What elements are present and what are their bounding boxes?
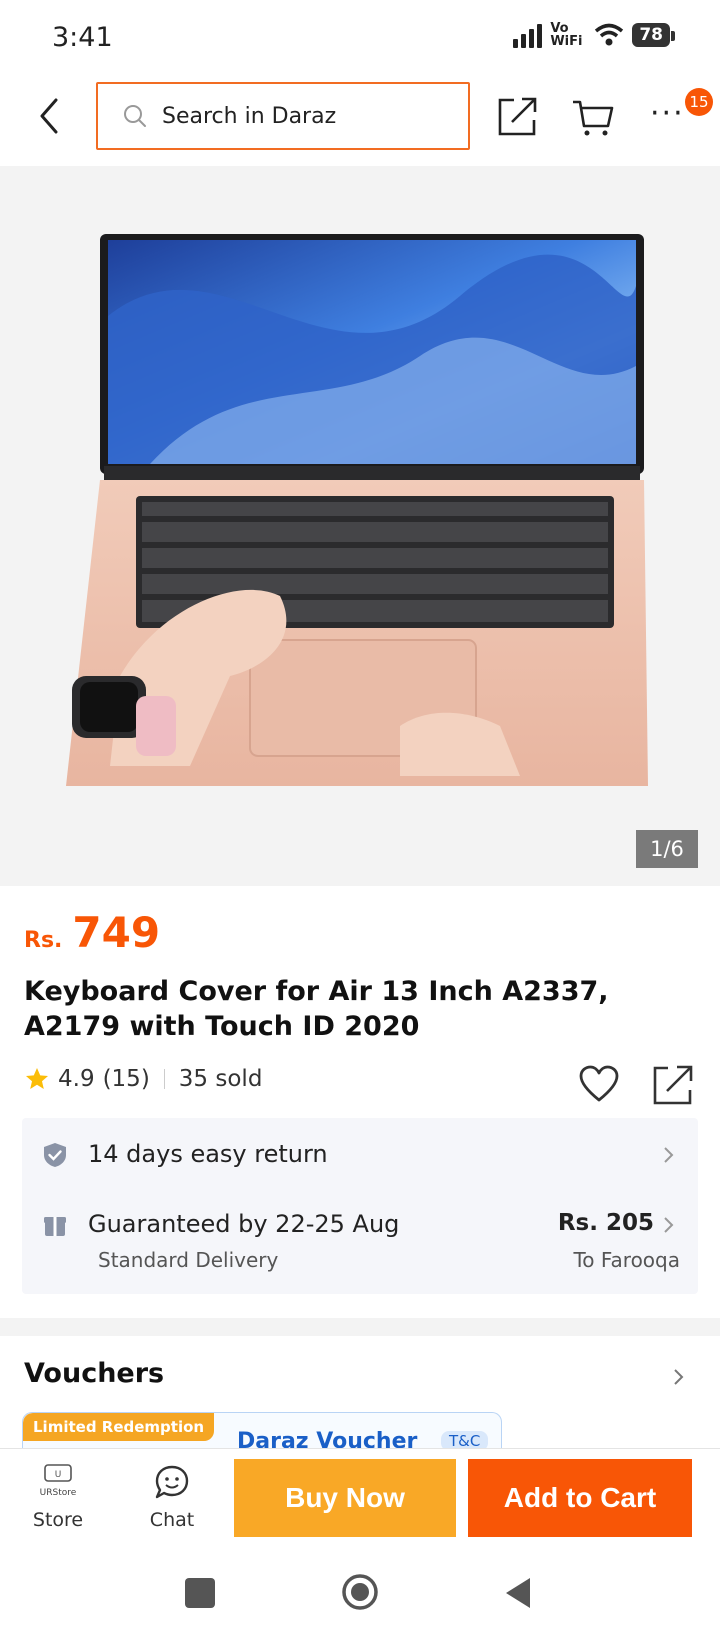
buy-now-button[interactable]: Buy Now (234, 1459, 456, 1537)
nav-back-icon[interactable] (503, 1576, 533, 1610)
home-icon[interactable] (340, 1572, 380, 1612)
chat-label: Chat (149, 1509, 195, 1531)
chat-button[interactable]: Chat (132, 1459, 212, 1543)
image-counter: 1/6 (636, 830, 698, 868)
cart-badge: 15 (685, 88, 713, 116)
search-placeholder: Search in Daraz (162, 103, 337, 129)
back-icon[interactable] (30, 94, 70, 138)
add-to-cart-button[interactable]: Add to Cart (468, 1459, 692, 1537)
cart-icon[interactable] (570, 94, 616, 138)
vouchers-title[interactable]: Vouchers (24, 1358, 164, 1389)
status-indicators: Vo WiFi 78 (513, 21, 675, 49)
gift-box-icon (44, 1217, 66, 1236)
voucher-card[interactable]: Limited Redemption Daraz Voucher T&C (22, 1412, 502, 1450)
status-bar: 3:41 Vo WiFi 78 (0, 0, 720, 80)
search-input[interactable]: Search in Daraz (96, 82, 470, 150)
delivery-type-text: Standard Delivery (98, 1248, 279, 1272)
voucher-name: Daraz Voucher (237, 1429, 418, 1450)
limited-redemption-tag: Limited Redemption (23, 1413, 215, 1441)
return-policy-text: 14 days easy return (88, 1140, 328, 1168)
rating-row[interactable]: 4.9 (15) 35 sold (24, 1066, 262, 1092)
delivery-destination: To Farooqa (573, 1248, 680, 1272)
share-icon[interactable] (496, 94, 540, 138)
delivery-price: Rs. 205 (557, 1210, 654, 1236)
product-image-gallery[interactable]: 1/6 (0, 166, 720, 886)
system-navigation-bar (0, 1552, 720, 1640)
section-divider (0, 1318, 720, 1336)
store-logo-icon: U URStore (40, 1464, 77, 1498)
store-logo-text: URStore (40, 1488, 77, 1498)
price-currency: Rs. (24, 928, 63, 953)
store-label: Store (32, 1509, 84, 1531)
price-row: Rs. 749 (24, 908, 160, 957)
shield-check-icon (44, 1143, 66, 1167)
battery-indicator: 78 (632, 23, 675, 47)
rating-count: (15) (102, 1066, 150, 1092)
delivery-row[interactable]: Guaranteed by 22-25 Aug Standard Deliver… (22, 1190, 698, 1294)
return-policy-row[interactable]: 14 days easy return (22, 1118, 698, 1190)
price-value: 749 (72, 908, 161, 957)
vowifi-label: Vo WiFi (550, 21, 583, 49)
svg-text:U: U (55, 1470, 62, 1480)
wifi-icon (595, 23, 624, 46)
chevron-right-icon (664, 1217, 674, 1233)
sold-count: 35 sold (178, 1066, 263, 1092)
recent-apps-icon[interactable] (185, 1578, 215, 1608)
more-options-icon[interactable]: ··· (650, 96, 690, 132)
product-image (66, 234, 648, 786)
share-product-icon[interactable] (652, 1064, 694, 1106)
service-info-box: 14 days easy return Guaranteed by 22-25 … (22, 1118, 698, 1294)
rating-value: 4.9 (58, 1066, 95, 1092)
status-time: 3:41 (52, 22, 113, 53)
rating-divider (163, 1069, 165, 1089)
chat-smiley-icon (155, 1465, 189, 1499)
search-icon (124, 105, 146, 127)
chevron-right-icon (664, 1147, 674, 1163)
delivery-guarantee-text: Guaranteed by 22-25 Aug (88, 1210, 400, 1238)
heart-icon[interactable] (578, 1064, 620, 1104)
store-button[interactable]: U URStore Store (18, 1459, 98, 1543)
chevron-right-icon[interactable] (672, 1366, 686, 1388)
signal-icon (513, 22, 543, 48)
star-icon (26, 1068, 48, 1089)
product-title: Keyboard Cover for Air 13 Inch A2337, A2… (24, 976, 609, 1042)
bottom-action-bar: U URStore Store Chat Buy Now Add to Cart (0, 1448, 720, 1552)
header: Search in Daraz ··· 15 (0, 80, 720, 166)
